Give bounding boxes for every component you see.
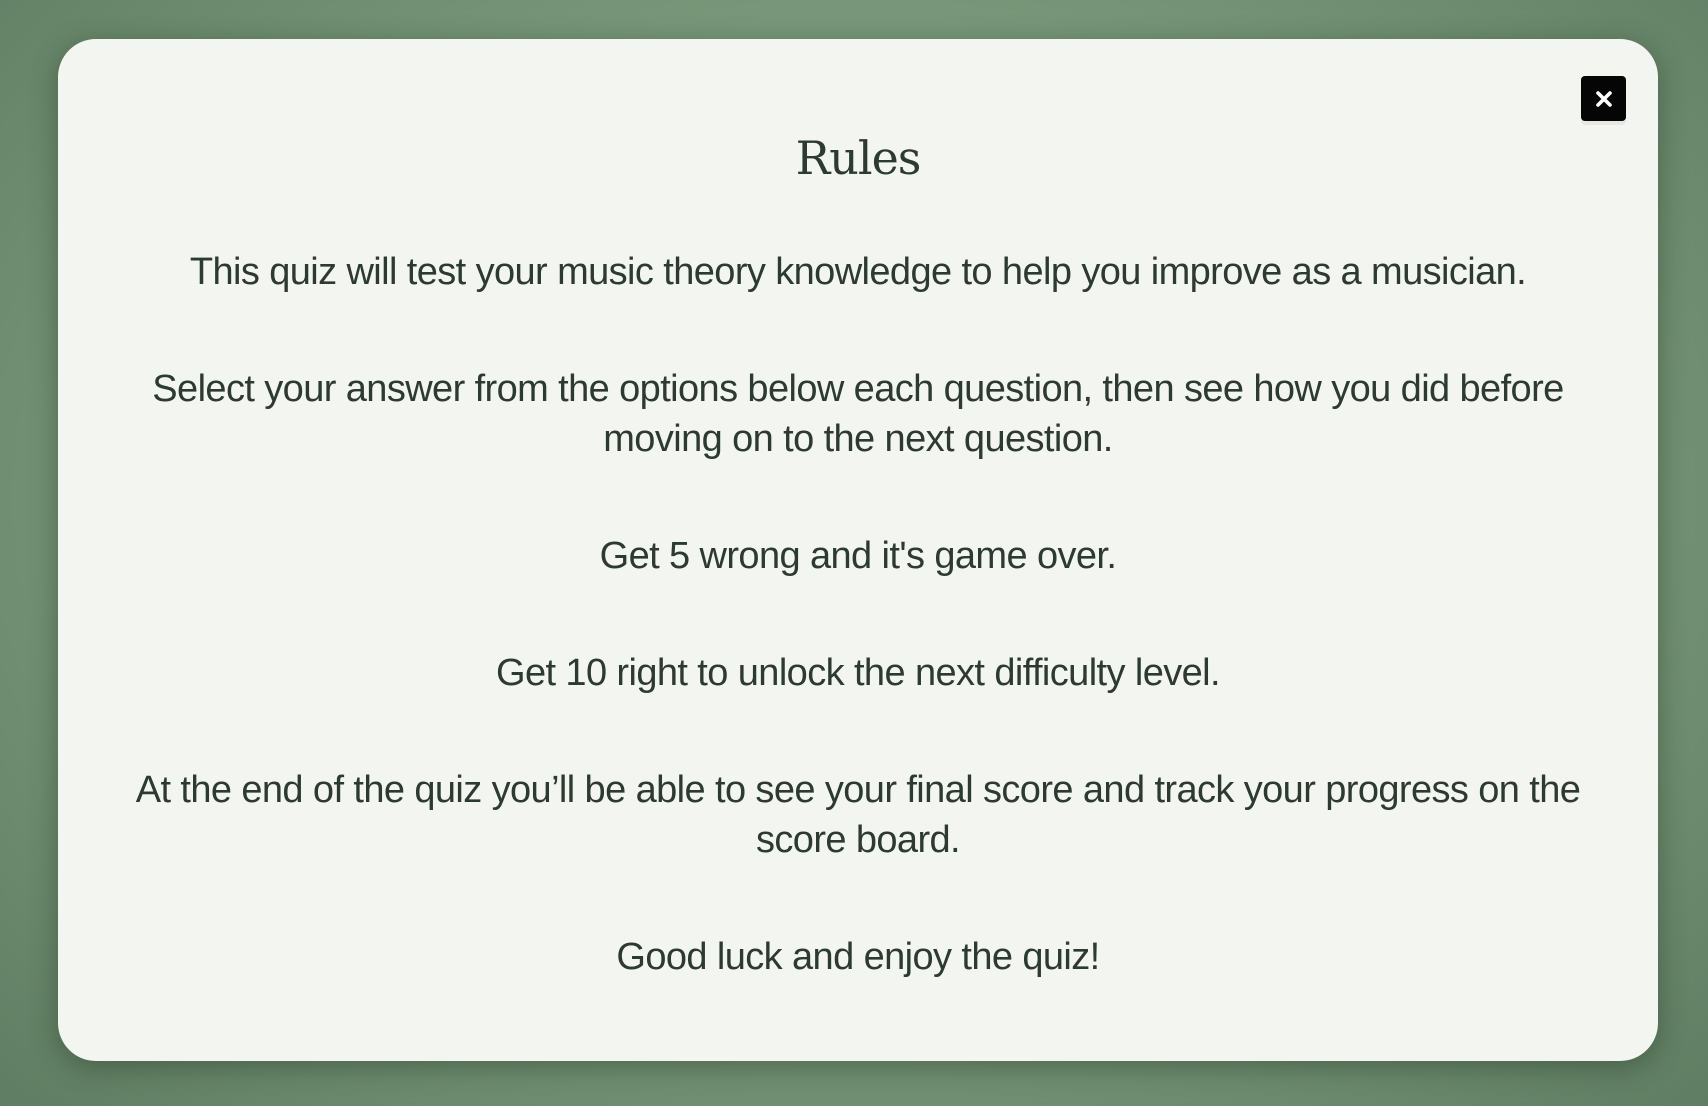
rule-unlock-level: Get 10 right to unlock the next difficul… [496,652,1221,694]
modal-title: Rules [795,131,922,185]
rule-game-over: Get 5 wrong and it's game over. [599,535,1117,577]
close-icon [1595,90,1612,107]
rule-select-answer: Select your answer from the options belo… [152,368,1564,460]
rules-modal: Rules This quiz will test your music the… [58,39,1658,1061]
rules-list: This quiz will test your music theory kn… [88,247,1628,1049]
rule-good-luck: Good luck and enjoy the quiz! [616,936,1100,978]
close-button[interactable] [1581,76,1626,121]
rule-intro: This quiz will test your music theory kn… [189,251,1527,293]
rule-final-score: At the end of the quiz you’ll be able to… [135,769,1581,861]
